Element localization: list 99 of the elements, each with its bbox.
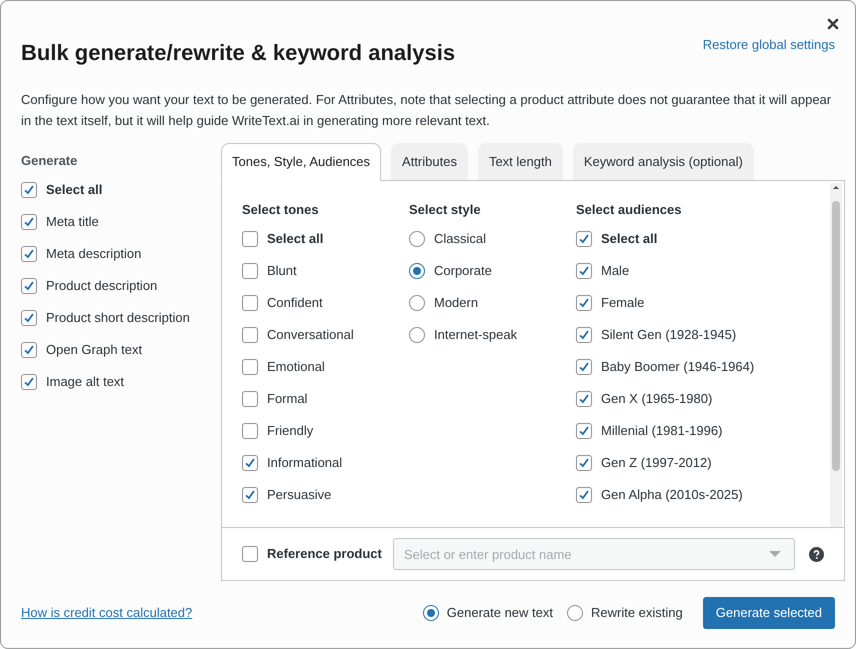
column-heading: Select tones <box>242 201 320 218</box>
check-icon <box>243 456 257 470</box>
checkbox[interactable] <box>576 487 592 503</box>
option-label: Informational <box>267 454 342 472</box>
checkbox[interactable] <box>242 327 258 343</box>
radio-button[interactable] <box>409 327 425 343</box>
scrollbar[interactable] <box>830 183 842 527</box>
option-label: Gen Z (1997-2012) <box>601 454 712 472</box>
column-heading: Select style <box>409 201 482 218</box>
check-icon <box>22 343 36 357</box>
option-label: Meta title <box>46 213 99 232</box>
check-icon <box>577 232 591 246</box>
checkbox[interactable] <box>21 278 37 294</box>
checkbox[interactable] <box>576 391 592 407</box>
checkbox[interactable] <box>576 455 592 471</box>
check-icon <box>22 215 36 229</box>
close-icon[interactable] <box>827 18 839 30</box>
option-label: Gen X (1965-1980) <box>601 390 712 408</box>
checkbox[interactable] <box>576 423 592 439</box>
caret-icon <box>768 551 781 558</box>
checkbox[interactable] <box>576 295 592 311</box>
check-icon <box>577 488 591 502</box>
checkbox[interactable] <box>242 455 258 471</box>
option-label: Product description <box>46 277 158 296</box>
tab[interactable]: Tones, Style, Audiences <box>221 143 382 181</box>
checkbox[interactable] <box>21 214 37 230</box>
option-label: Select all <box>46 181 102 200</box>
check-icon <box>577 360 591 374</box>
radio-button[interactable] <box>409 263 425 279</box>
column-heading: Select audiences <box>576 201 682 218</box>
option-label: Conversational <box>267 326 354 344</box>
option-label: Formal <box>267 390 308 408</box>
check-icon <box>577 456 591 470</box>
check-icon <box>243 488 257 502</box>
check-icon <box>22 247 36 261</box>
checkbox[interactable] <box>242 295 258 311</box>
checkbox[interactable] <box>242 359 258 375</box>
checkbox[interactable] <box>21 342 37 358</box>
option-label: Blunt <box>267 262 297 280</box>
option-label: Meta description <box>46 245 142 264</box>
checkbox[interactable] <box>576 263 592 279</box>
help-icon[interactable] <box>808 546 824 562</box>
check-icon <box>22 375 36 389</box>
option-label: Corporate <box>434 262 492 280</box>
check-icon <box>22 279 36 293</box>
radio-button[interactable] <box>422 605 439 621</box>
checkbox[interactable] <box>242 487 258 503</box>
checkbox[interactable] <box>21 310 37 326</box>
checkbox[interactable] <box>242 231 258 247</box>
restore-settings-link[interactable]: Restore global settings <box>702 37 835 53</box>
option-label: Product short description <box>46 309 190 328</box>
option-label: Image alt text <box>46 373 124 392</box>
option-label: Generate new text <box>446 604 553 622</box>
checkbox[interactable] <box>242 263 258 279</box>
check-icon <box>577 392 591 406</box>
option-label: Gen Alpha (2010s-2025) <box>601 486 743 504</box>
tab[interactable]: Text length <box>478 143 563 180</box>
option-label: Millenial (1981-1996) <box>601 422 722 440</box>
section-heading: Generate <box>21 152 78 169</box>
option-label: Silent Gen (1928-1945) <box>601 326 736 344</box>
option-label: Persuasive <box>267 486 332 504</box>
option-label: Emotional <box>267 358 325 376</box>
checkbox[interactable] <box>21 182 37 198</box>
tab[interactable]: Keyword analysis (optional) <box>572 143 754 180</box>
option-label: Open Graph text <box>46 341 142 360</box>
option-label: Baby Boomer (1946-1964) <box>601 358 754 376</box>
radio-button[interactable] <box>409 295 425 311</box>
option-label: Classical <box>434 230 486 248</box>
checkbox[interactable] <box>242 423 258 439</box>
dialog-title: Bulk generate/rewrite & keyword analysis <box>21 39 456 67</box>
reference-product-label: Reference product <box>267 545 382 564</box>
option-label: Male <box>601 262 630 280</box>
option-label: Select all <box>601 230 658 248</box>
checkbox[interactable] <box>576 231 592 247</box>
option-label: Female <box>601 294 644 312</box>
option-label: Select all <box>267 230 324 248</box>
checkbox[interactable] <box>576 359 592 375</box>
checkbox[interactable] <box>576 327 592 343</box>
check-icon <box>22 311 36 325</box>
check-icon <box>577 328 591 342</box>
option-label: Internet-speak <box>434 326 518 344</box>
checkbox[interactable] <box>21 374 37 390</box>
checkbox[interactable] <box>242 391 258 407</box>
tab[interactable]: Attributes <box>391 143 468 180</box>
option-label: Friendly <box>267 422 314 440</box>
check-icon <box>577 424 591 438</box>
generate-selected-button[interactable]: Generate selected <box>702 597 835 629</box>
check-icon <box>577 296 591 310</box>
checkbox[interactable] <box>21 246 37 262</box>
option-label: Confident <box>267 294 323 312</box>
radio-button[interactable] <box>409 231 425 247</box>
radio-button[interactable] <box>567 605 583 621</box>
description-text: Configure how you want your text to be generated. For Attributes, note that selecting a product attribute does not guarantee that it will appear in the text itself, but it will help guide WriteText.ai in generating more relevant text. <box>21 91 832 130</box>
check-icon <box>577 264 591 278</box>
option-label: Modern <box>434 294 478 312</box>
credit-cost-link[interactable]: How is credit cost calculated? <box>21 603 192 623</box>
option-label: Rewrite existing <box>591 604 683 622</box>
check-icon <box>22 183 36 197</box>
checkbox[interactable] <box>242 546 258 562</box>
